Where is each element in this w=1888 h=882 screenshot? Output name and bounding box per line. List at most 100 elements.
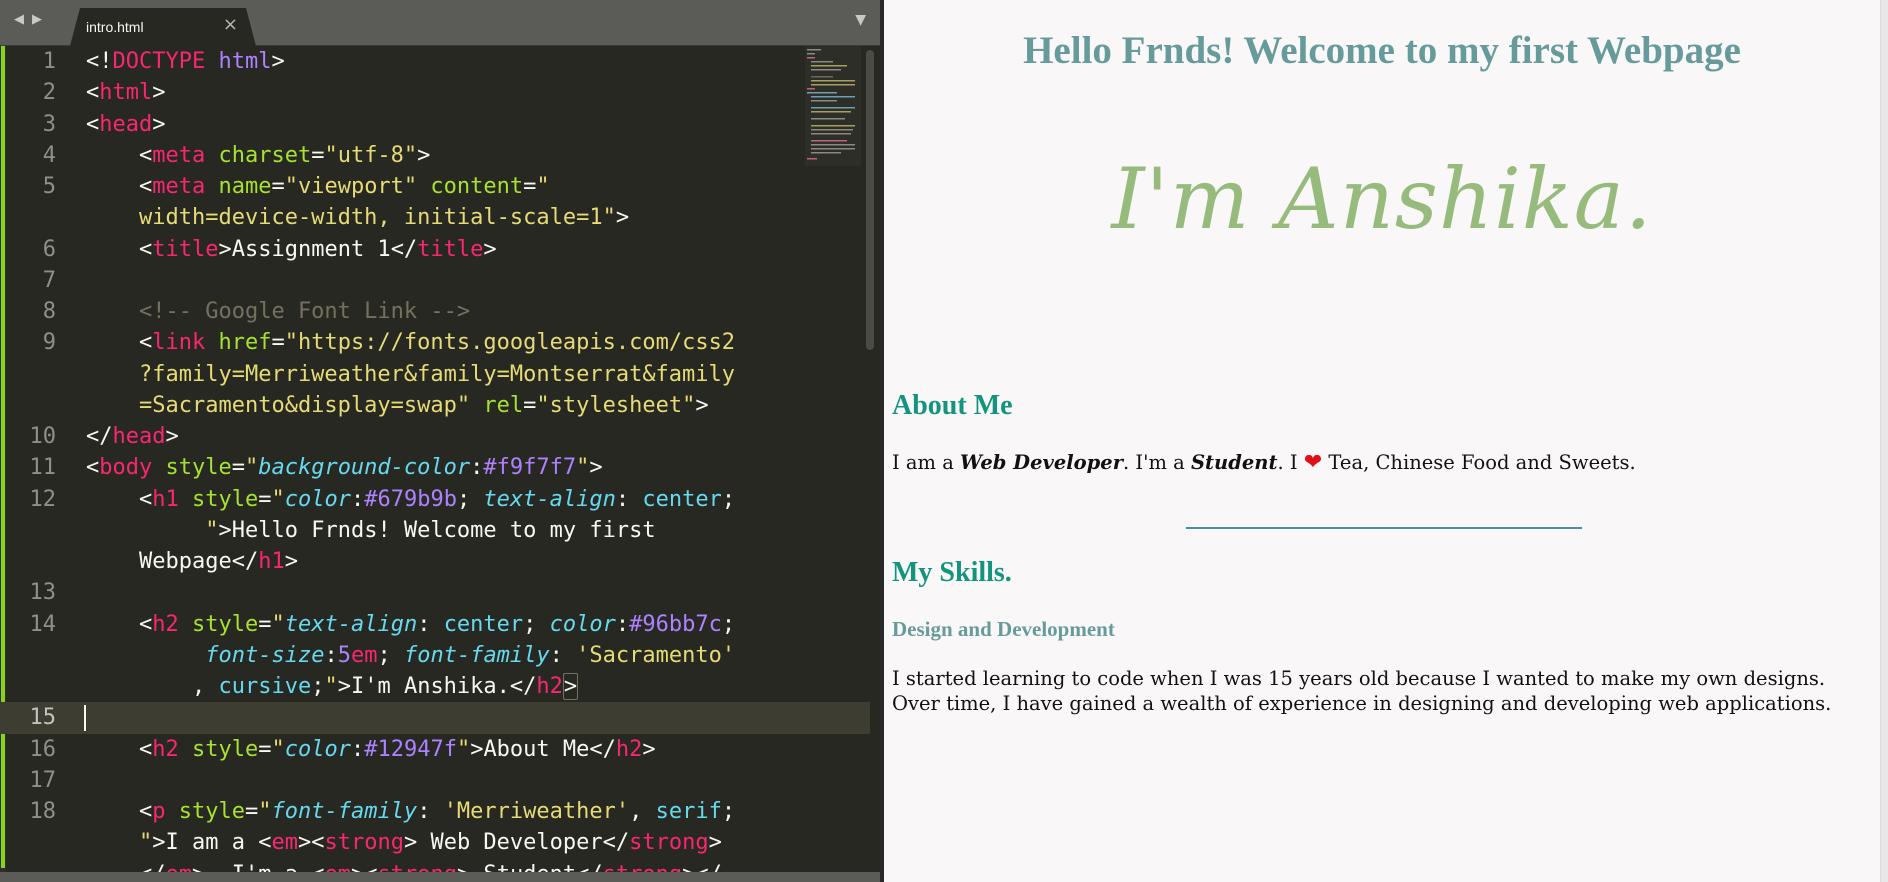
code-token: head: [112, 424, 166, 449]
close-icon[interactable]: ×: [223, 16, 238, 34]
code-line[interactable]: 7: [0, 265, 870, 296]
code-text: <!-- Google Font Link -->: [139, 296, 470, 327]
chevron-down-icon[interactable]: ▼: [855, 12, 866, 28]
code-token: "stylesheet": [536, 392, 696, 418]
code-token: <: [86, 111, 100, 137]
code-token: style: [192, 736, 259, 762]
line-number: 17: [29, 767, 57, 793]
code-token: em: [166, 862, 193, 873]
code-token: h1: [258, 549, 285, 574]
code-token: ": [536, 174, 550, 199]
code-line[interactable]: 14 <h2 style="text-align: center; color:#…: [0, 609, 870, 640]
tab-forward-icon[interactable]: ▶: [32, 12, 42, 27]
code-token: em: [324, 862, 351, 873]
code-token: DOCTYPE: [112, 49, 206, 74]
code-line-wrap[interactable]: width=device-width, initial-scale=1">: [0, 202, 870, 233]
code-token: 5: [337, 642, 351, 668]
code-token: ;: [456, 486, 484, 512]
code-token: >: [152, 111, 166, 137]
code-token: =: [271, 174, 285, 199]
code-token: Hello Frnds! Welcome to my first: [231, 517, 656, 543]
code-line[interactable]: 4 <meta charset="utf-8">: [0, 140, 870, 171]
code-text: Webpage</h1>: [139, 546, 298, 577]
code-token: body: [99, 455, 153, 481]
code-token: =Sacramento&display=swap": [139, 392, 471, 418]
name-heading: I'm Anshika.: [1111, 150, 1653, 248]
code-line-wrap[interactable]: ">I am a <em><strong> Web Developer</str…: [0, 827, 870, 858]
page-heading: Hello Frnds! Welcome to my first Webpage: [1023, 29, 1741, 72]
code-token: strong: [629, 830, 709, 856]
code-token: content: [430, 174, 524, 199]
code-line[interactable]: 17: [0, 765, 870, 796]
code-line-wrap[interactable]: font-size:5em; font-family: 'Sacramento': [0, 640, 870, 671]
tab-intro-html[interactable]: intro.html ×: [70, 8, 256, 46]
code-text: <meta charset="utf-8">: [139, 140, 430, 171]
code-line-wrap[interactable]: Webpage</h1>: [0, 546, 870, 577]
code-line-wrap[interactable]: ?family=Merriweather&family=Montserrat&f…: [0, 359, 870, 390]
code-line[interactable]: 9 <link href="https://fonts.googleapis.co…: [0, 327, 870, 358]
line-number: 9: [42, 330, 56, 356]
code-line-wrap[interactable]: ">Hello Frnds! Welcome to my first: [0, 515, 870, 546]
code-token: Web Developer: [417, 830, 603, 856]
preview-scroll-edge: [1880, 0, 1888, 882]
code-line[interactable]: 18 <p style="font-family: 'Merriweather',…: [0, 796, 870, 827]
line-number: 2: [42, 80, 56, 106]
code-line-wrap[interactable]: =Sacramento&display=swap" rel="styleshee…: [0, 390, 870, 421]
vertical-scrollbar[interactable]: [866, 50, 874, 350]
code-token: </: [139, 862, 166, 873]
code-line[interactable]: 5 <meta name="viewport" content=": [0, 171, 870, 202]
code-line[interactable]: 1 <!DOCTYPE html>: [0, 46, 870, 77]
code-token: </: [509, 674, 537, 699]
code-token: >: [695, 392, 709, 418]
code-token: style: [192, 486, 259, 512]
code-line[interactable]: 10 </head>: [0, 421, 870, 452]
code-line[interactable]: 12 <h1 style="color:#679b9b; text-align: …: [0, 484, 870, 515]
line-number: 6: [42, 236, 56, 262]
code-token: <: [139, 611, 153, 637]
code-token: >: [165, 424, 179, 449]
code-token: href: [218, 330, 272, 356]
code-area[interactable]: 1 <!DOCTYPE html> 2 <html> 3 <head> 4 <meta cha…: [0, 46, 880, 872]
code-token: ": [205, 517, 219, 543]
code-text: <head>: [86, 109, 165, 140]
code-text: <body style="background-color:#f9f7f7">: [86, 452, 603, 483]
code-line[interactable]: 8 <!-- Google Font Link -->: [0, 296, 870, 327]
code-line[interactable]: 15: [0, 702, 870, 734]
code-token: strong: [377, 862, 456, 873]
about-text-3: . I: [1277, 451, 1304, 474]
code-editor[interactable]: ◀ ▶ intro.html × ▼ 1 <!DOCTYPE html> 2 <htm…: [0, 0, 880, 882]
code-token: >: [562, 673, 579, 700]
code-line-wrap[interactable]: , cursive;">I'm Anshika.</h2>: [0, 671, 870, 702]
code-line[interactable]: 11 <body style="background-color:#f9f7f7"…: [0, 452, 870, 483]
code-token: :: [549, 642, 577, 668]
code-token: meta: [152, 174, 206, 199]
code-line[interactable]: 6 <title>Assignment 1</title>: [0, 234, 870, 265]
code-token: head: [99, 111, 153, 137]
code-line[interactable]: 2 <html>: [0, 77, 870, 108]
code-token: <: [139, 330, 153, 356]
code-token: h2: [152, 736, 179, 762]
code-token: <: [311, 862, 324, 873]
code-token: >: [403, 830, 418, 856]
code-token: :: [417, 799, 444, 824]
code-line[interactable]: 13: [0, 577, 870, 608]
line-number: 4: [42, 142, 56, 168]
tab-back-icon[interactable]: ◀: [14, 12, 24, 27]
code-line[interactable]: 16 <h2 style="color:#12947f">About Me</h2…: [0, 734, 870, 765]
code-text: =Sacramento&display=swap" rel="styleshee…: [139, 390, 709, 421]
code-token: ;: [377, 642, 404, 668]
code-token: style: [178, 799, 245, 824]
code-token: ": [456, 736, 471, 762]
minimap[interactable]: [805, 46, 861, 166]
status-bar: [0, 872, 880, 882]
code-token: >: [483, 236, 497, 262]
code-line[interactable]: 3 <head>: [0, 109, 870, 140]
code-line-wrap[interactable]: </em>. I'm a <em><strong> Student</stron…: [0, 859, 870, 873]
code-token: <!: [86, 49, 113, 74]
code-token: >: [417, 142, 431, 168]
